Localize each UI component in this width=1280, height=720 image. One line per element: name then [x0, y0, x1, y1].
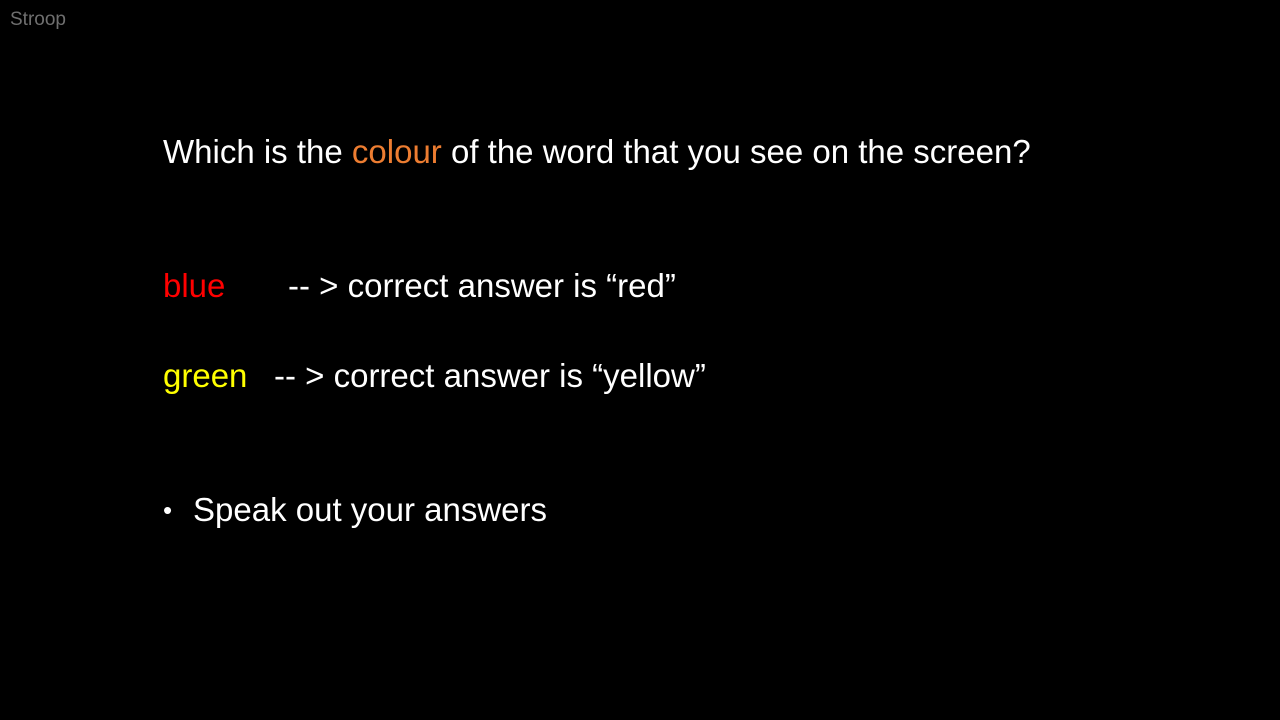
bullet-item: • Speak out your answers: [163, 490, 547, 530]
question-suffix: of the word that you see on the screen?: [441, 133, 1031, 170]
question-highlight: colour: [351, 133, 442, 170]
bullet-icon: •: [163, 495, 173, 525]
stimulus-word-blue: blue: [163, 267, 226, 304]
example-row-green: green -- > correct answer is “yellow”: [163, 356, 706, 396]
stimulus-word-green: green: [163, 357, 248, 394]
slide-title-label: Stroop: [10, 9, 66, 30]
example-row-blue: blue -- > correct answer is “red”: [163, 266, 676, 306]
question-prefix: Which is the: [163, 133, 352, 170]
example-answer-yellow: -- > correct answer is “yellow”: [274, 357, 706, 394]
instruction-question: Which is the colour of the word that you…: [163, 132, 1031, 172]
slide: Stroop Which is the colour of the word t…: [0, 0, 1280, 720]
example-answer-red: -- > correct answer is “red”: [288, 267, 676, 304]
bullet-text: Speak out your answers: [193, 491, 548, 528]
